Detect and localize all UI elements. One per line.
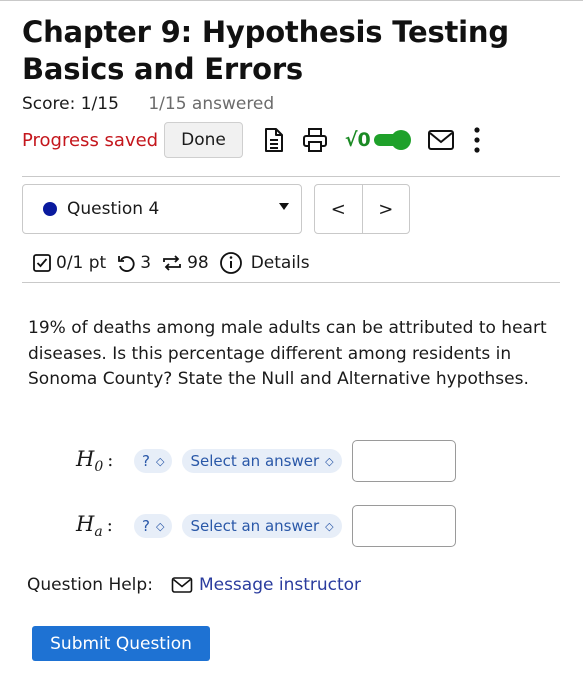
mail-icon[interactable] [427, 128, 455, 152]
progress-saved-status: Progress saved [22, 129, 159, 151]
caret-down-icon [279, 203, 289, 210]
title-line-1: Chapter 9: Hypothesis Testing [22, 15, 509, 49]
points-info: 0/1 pt [32, 253, 106, 273]
score-row: Score: 1/15 1/15 answered [22, 94, 274, 114]
null-hypothesis-row: H0: ? ◇ Select an answer ◇ [76, 440, 456, 482]
progress-row: Progress saved Done √0 [22, 122, 481, 158]
message-instructor-label: Message instructor [198, 575, 362, 595]
top-border [0, 0, 583, 1]
retry-icon [118, 256, 135, 272]
null-value-input[interactable] [351, 440, 456, 482]
math-toggle[interactable]: √0 [345, 128, 413, 152]
divider [22, 282, 560, 283]
retries-count: 3 [140, 253, 152, 273]
question-select[interactable]: Question 4 [22, 184, 302, 234]
up-down-chevron-icon: ◇ [155, 519, 165, 533]
sqrt-icon: √0 [344, 129, 371, 151]
details-label: Details [250, 253, 310, 273]
alternative-answer-select[interactable]: Select an answer ◇ [182, 514, 342, 538]
mail-icon [171, 577, 193, 593]
attempts-info: 98 [161, 253, 209, 273]
info-icon [219, 252, 242, 274]
attempts-count: 98 [187, 253, 209, 273]
divider [22, 176, 560, 177]
question-help-label: Question Help: [27, 575, 153, 595]
question-nav: < > [314, 184, 410, 234]
status-dot [43, 202, 57, 216]
submit-question-button[interactable]: Submit Question [32, 626, 210, 661]
question-text: 19% of deaths among male adults can be a… [28, 318, 547, 389]
answered-count: 1/15 answered [148, 94, 275, 114]
points-text: 0/1 pt [56, 253, 107, 273]
print-icon[interactable] [301, 127, 329, 153]
question-select-value: Question 4 [67, 199, 160, 219]
more-vertical-icon[interactable] [473, 126, 481, 154]
page-title: Chapter 9: Hypothesis Testing Basics and… [22, 14, 562, 88]
null-hypothesis-label: H0: [76, 446, 114, 476]
checkbox-icon [33, 254, 51, 272]
alternative-symbol-select[interactable]: ? ◇ [134, 514, 173, 538]
previous-question-button[interactable]: < [315, 185, 362, 233]
next-question-button[interactable]: > [361, 185, 410, 233]
message-instructor-link[interactable]: Message instructor [171, 575, 361, 595]
question-help: Question Help: Message instructor [27, 575, 361, 595]
null-symbol-select[interactable]: ? ◇ [134, 449, 173, 473]
alternative-value-input[interactable] [351, 505, 456, 547]
details-button[interactable]: Details [219, 251, 310, 275]
title-line-2: Basics and Errors [22, 52, 303, 86]
repeat-icon [163, 255, 181, 271]
score-text: Score: 1/15 [22, 94, 119, 114]
document-icon[interactable] [263, 127, 285, 153]
alternative-hypothesis-row: Ha: ? ◇ Select an answer ◇ [76, 505, 456, 547]
up-down-chevron-icon: ◇ [325, 519, 334, 533]
toggle-switch [373, 130, 411, 150]
null-answer-select[interactable]: Select an answer ◇ [182, 449, 342, 473]
alternative-hypothesis-label: Ha: [76, 511, 113, 541]
up-down-chevron-icon: ◇ [155, 454, 165, 468]
up-down-chevron-icon: ◇ [325, 454, 334, 468]
question-meta: 0/1 pt 3 98 Details [32, 249, 320, 277]
retries-info: 3 [116, 253, 151, 273]
done-button[interactable]: Done [164, 122, 243, 158]
